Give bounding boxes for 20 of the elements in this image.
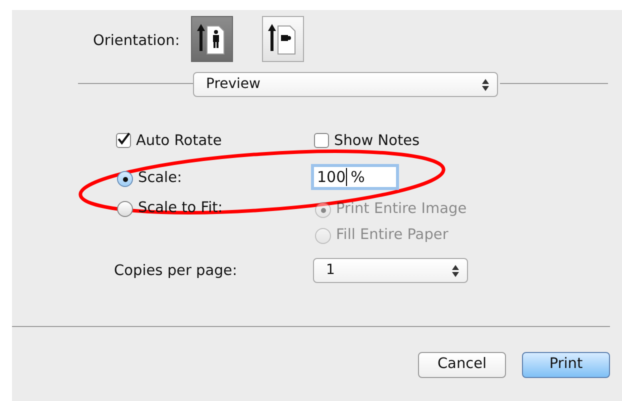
- portrait-button[interactable]: [191, 16, 233, 62]
- orientation-label: Orientation:: [93, 32, 180, 51]
- page-icon: [197, 23, 227, 55]
- scale-field[interactable]: 100 %: [311, 164, 399, 190]
- checkbox[interactable]: [314, 133, 329, 148]
- radio-label: Scale:: [138, 169, 182, 188]
- page-icon: [268, 23, 298, 55]
- stepper-icon: [452, 264, 459, 276]
- copies-label: Copies per page:: [114, 262, 238, 281]
- radio-label: Print Entire Image: [336, 200, 467, 219]
- app-popup[interactable]: Preview: [193, 72, 498, 97]
- checkbox-label: Auto Rotate: [136, 132, 222, 151]
- radio-label: Fill Entire Paper: [336, 226, 448, 245]
- print-button[interactable]: Print: [522, 352, 610, 378]
- checkbox-label: Show Notes: [334, 132, 420, 151]
- copies-popup[interactable]: 1: [313, 258, 468, 283]
- cancel-button[interactable]: Cancel: [418, 352, 506, 378]
- stepper-icon: [482, 78, 489, 90]
- landscape-button[interactable]: [262, 16, 304, 62]
- checkbox[interactable]: [116, 133, 131, 148]
